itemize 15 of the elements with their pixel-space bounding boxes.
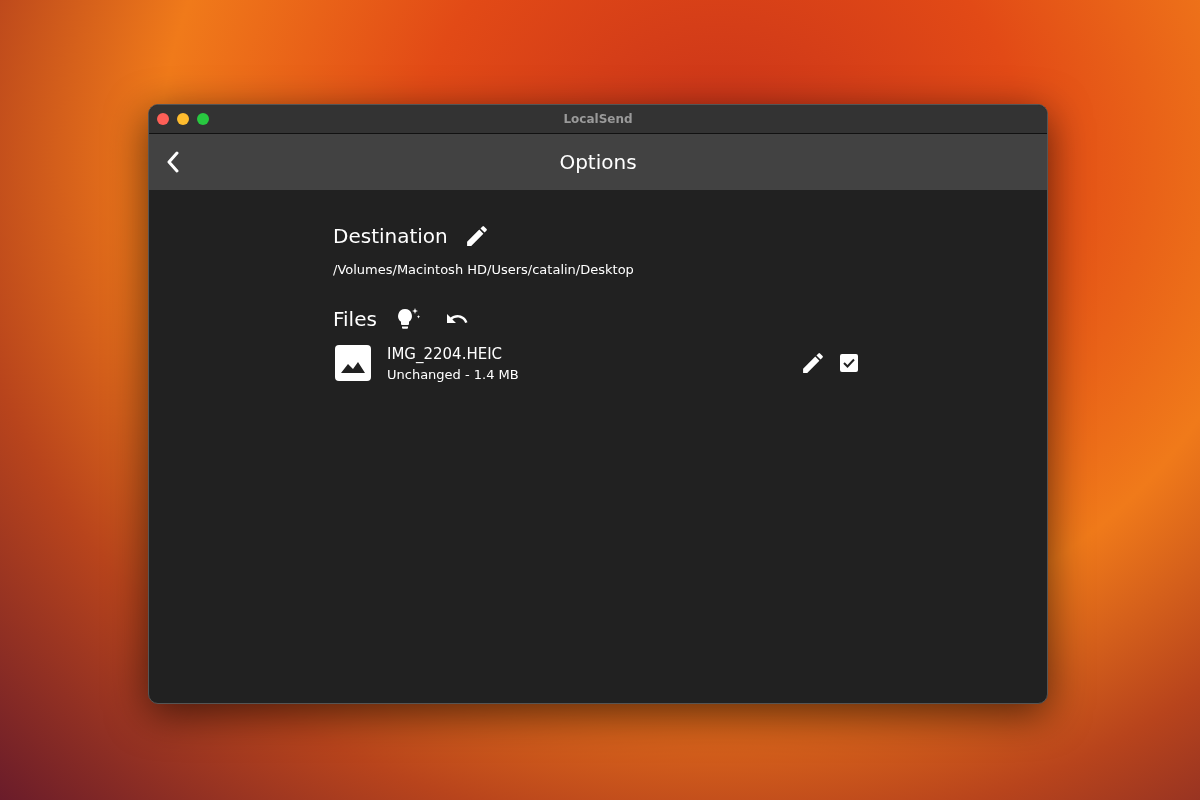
section-heading: Files xyxy=(333,307,377,331)
zoom-button[interactable] xyxy=(197,113,209,125)
page-title: Options xyxy=(559,150,637,174)
edit-icon[interactable] xyxy=(802,352,824,374)
file-checkbox[interactable] xyxy=(840,354,858,372)
window-title: LocalSend xyxy=(563,112,633,126)
minimize-button[interactable] xyxy=(177,113,189,125)
close-button[interactable] xyxy=(157,113,169,125)
image-file-icon xyxy=(333,343,373,383)
file-name: IMG_2204.HEIC xyxy=(387,344,504,363)
edit-icon[interactable] xyxy=(465,225,488,247)
file-info: Unchanged - 1.4 MB xyxy=(387,366,519,382)
back-icon[interactable] xyxy=(165,151,181,173)
destination-path: /Volumes/Macintosh HD/Users/catalin/Desktop xyxy=(333,262,635,277)
section-heading: Destination xyxy=(333,224,448,248)
